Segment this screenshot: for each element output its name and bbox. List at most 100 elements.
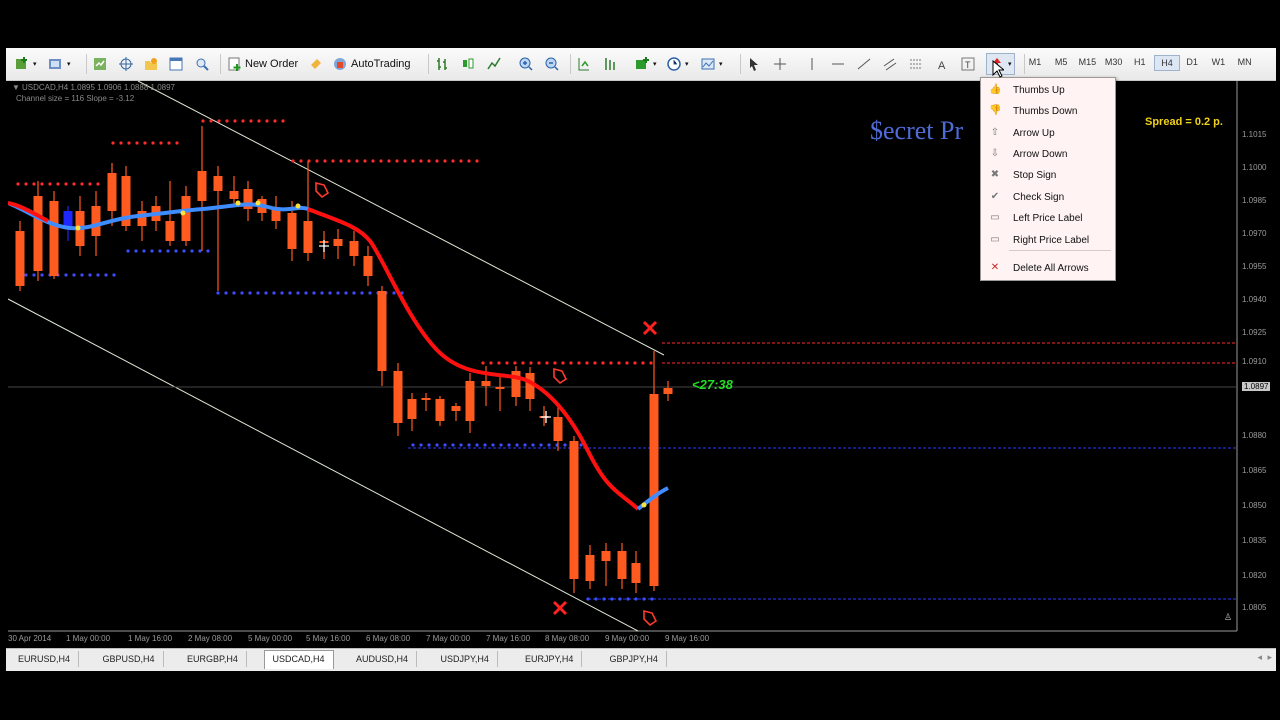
candle-body [33, 196, 43, 271]
tab-eurgbp-h4[interactable]: EURGBP,H4 [179, 651, 247, 667]
timeframe-m5[interactable]: M5 [1049, 57, 1073, 67]
cursor-icon[interactable] [746, 54, 762, 74]
tab-usdcad-h4[interactable]: USDCAD,H4 [263, 650, 334, 669]
level-dot [88, 273, 92, 277]
check-sign-icon: ✔ [990, 191, 1000, 202]
zoom-in-icon[interactable] [518, 54, 534, 74]
symbol-header: USDCAD,H4 1.0895 1.0906 1.0888 1.0897 [22, 83, 175, 92]
timeframe-h4[interactable]: H4 [1154, 55, 1180, 71]
level-dot [395, 159, 399, 163]
level-dot [497, 361, 501, 365]
horizontal-line-icon[interactable] [830, 54, 846, 74]
tab-audusd-h4[interactable]: AUDUSD,H4 [348, 651, 418, 667]
timeframe-h1[interactable]: H1 [1128, 57, 1152, 67]
market-watch-icon[interactable] [92, 54, 108, 74]
level-dot [610, 597, 614, 601]
candle-body [229, 191, 239, 199]
level-dot [111, 141, 115, 145]
line-chart-icon[interactable] [486, 54, 502, 74]
tab-gbpusd-h4[interactable]: GBPUSD,H4 [95, 651, 164, 667]
strategy-tester-icon[interactable] [194, 54, 210, 74]
periods-button[interactable]: ▾ [666, 54, 689, 74]
level-dot [371, 159, 375, 163]
chart-collapse-icon[interactable]: ▼ [12, 83, 20, 92]
tab-scroll-left-icon[interactable]: ◂ [1257, 652, 1262, 663]
candle-body [197, 171, 207, 201]
channel-icon[interactable] [882, 54, 898, 74]
metaeditor-icon[interactable] [308, 54, 324, 74]
level-dot [48, 182, 52, 186]
doji-marker [541, 411, 551, 423]
auto-scroll-icon[interactable] [576, 54, 592, 74]
level-dot [642, 597, 646, 601]
menu-item-arrow-down[interactable]: ⇩ Arrow Down [981, 144, 1115, 164]
level-dot [467, 443, 471, 447]
level-dot [241, 119, 245, 123]
crosshair-tool-icon[interactable] [772, 54, 788, 74]
stop-sign-marker [642, 320, 658, 336]
candle-body [107, 173, 117, 211]
menu-item-label: Check Sign [1013, 192, 1065, 203]
navigator-icon[interactable] [143, 54, 159, 74]
fibonacci-icon[interactable] [908, 54, 924, 74]
vertical-line-icon[interactable] [804, 54, 820, 74]
templates-button[interactable]: ▾ [700, 54, 723, 74]
bar-chart-icon[interactable] [434, 54, 450, 74]
menu-item-thumbs-down[interactable]: 👎 Thumbs Down [981, 101, 1115, 121]
menu-item-stop-sign[interactable]: ✖ Stop Sign [981, 165, 1115, 185]
level-dot [96, 273, 100, 277]
menu-item-left-price-label[interactable]: ▭ Left Price Label [981, 208, 1115, 228]
indicators-button[interactable]: ▾ [634, 54, 657, 74]
level-dot [159, 141, 163, 145]
timeframe-m1[interactable]: M1 [1023, 57, 1047, 67]
tab-gbpjpy-h4[interactable]: GBPJPY,H4 [602, 651, 667, 667]
level-dot [291, 159, 295, 163]
crosshair-icon[interactable] [118, 54, 134, 74]
toolbar-separator [428, 54, 429, 74]
profiles-button[interactable]: ▾ [48, 54, 71, 74]
level-dot [360, 291, 364, 295]
level-dot [368, 291, 372, 295]
level-dot [523, 443, 527, 447]
candle-body [377, 291, 387, 371]
menu-item-right-price-label[interactable]: ▭ Right Price Label [981, 230, 1115, 250]
channel-upper-line [137, 81, 665, 356]
candle-body [303, 221, 313, 253]
text-label-icon[interactable]: T [960, 54, 976, 74]
timeframe-w1[interactable]: W1 [1206, 57, 1230, 67]
menu-item-delete-all-arrows[interactable]: ✕ Delete All Arrows [981, 258, 1115, 278]
chart-shift-icon[interactable] [602, 54, 618, 74]
menu-item-check-sign[interactable]: ✔ Check Sign [981, 187, 1115, 207]
level-dot [190, 249, 194, 253]
level-dot [265, 119, 269, 123]
timeframe-m30[interactable]: M30 [1102, 57, 1126, 67]
new-order-button[interactable]: New Order [226, 54, 298, 74]
terminal-icon[interactable] [168, 54, 184, 74]
level-dot [625, 361, 629, 365]
tab-eurjpy-h4[interactable]: EURJPY,H4 [517, 651, 583, 667]
tab-scroll-right-icon[interactable]: ▸ [1267, 652, 1272, 663]
autotrading-button[interactable]: AutoTrading [332, 54, 411, 74]
price-tick-label: 1.0985 [1242, 196, 1267, 205]
text-icon[interactable]: A [934, 54, 950, 74]
timeframe-m15[interactable]: M15 [1075, 57, 1099, 67]
tab-eurusd-h4[interactable]: EURUSD,H4 [10, 651, 80, 667]
ma-highlight [255, 200, 261, 206]
level-dot [451, 443, 455, 447]
timeframe-d1[interactable]: D1 [1180, 57, 1204, 67]
level-dot [601, 361, 605, 365]
current-price-label: 1.0897 [1242, 382, 1271, 391]
tab-usdjpy-h4[interactable]: USDJPY,H4 [433, 651, 498, 667]
level-dot [64, 182, 68, 186]
trendline-icon[interactable] [856, 54, 872, 74]
menu-item-thumbs-up[interactable]: 👍 Thumbs Up [981, 80, 1115, 100]
level-dot [585, 361, 589, 365]
new-chart-button[interactable]: ▾ [14, 54, 37, 74]
menu-item-arrow-up[interactable]: ⇧ Arrow Up [981, 123, 1115, 143]
ma-highlight [75, 225, 81, 231]
timeframe-mn[interactable]: MN [1233, 57, 1257, 67]
zoom-out-icon[interactable] [544, 54, 560, 74]
level-dot [119, 141, 123, 145]
level-dot [505, 361, 509, 365]
candlestick-icon[interactable] [460, 54, 476, 74]
